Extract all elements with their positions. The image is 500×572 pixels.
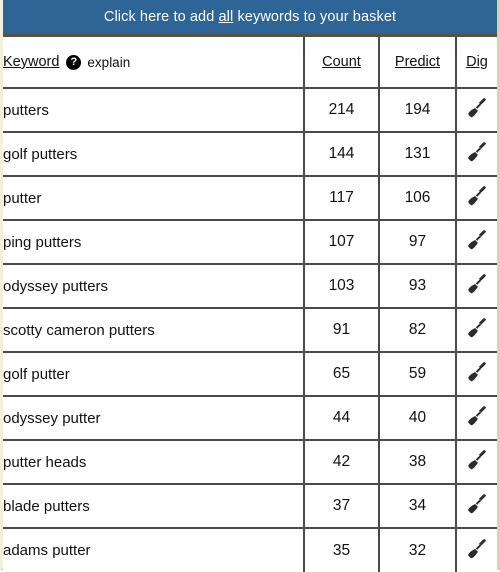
predict-cell: 40 — [379, 396, 457, 441]
table-row: putters 214 194 — [3, 88, 497, 133]
explain-label[interactable]: explain — [87, 55, 130, 70]
trowel-icon — [468, 142, 486, 162]
table-header: Keyword ? explain Count Predict Dig — [3, 37, 497, 89]
keyword-cell[interactable]: adams putter — [3, 528, 305, 572]
column-header-predict-label[interactable]: Predict — [395, 54, 440, 70]
keyword-cell[interactable]: putters — [3, 88, 305, 133]
count-cell: 107 — [304, 220, 380, 265]
dig-cell[interactable] — [456, 264, 497, 309]
table-body: putters 214 194 golf putters 144 131 putter 117… — [3, 88, 497, 572]
banner-text-all: all — [218, 9, 234, 25]
dig-cell[interactable] — [456, 176, 497, 221]
add-all-keywords-banner[interactable]: Click here to add all keywords to your b… — [3, 0, 497, 37]
dig-cell[interactable] — [456, 528, 497, 572]
dig-cell[interactable] — [456, 220, 497, 265]
count-cell: 103 — [304, 264, 380, 309]
trowel-icon — [468, 274, 486, 294]
dig-cell[interactable] — [456, 308, 497, 353]
table-row: odyssey putter 44 40 — [3, 396, 497, 441]
column-header-keyword[interactable]: Keyword ? explain — [3, 37, 305, 89]
count-cell: 65 — [304, 352, 380, 397]
predict-cell: 59 — [379, 352, 457, 397]
count-cell: 214 — [304, 88, 380, 133]
keyword-cell[interactable]: odyssey putter — [3, 396, 305, 441]
count-cell: 42 — [304, 440, 380, 485]
column-header-dig[interactable]: Dig — [456, 37, 497, 89]
keyword-cell[interactable]: golf putter — [3, 352, 305, 397]
banner-text-before: Click here to add — [103, 9, 219, 25]
dig-cell[interactable] — [456, 132, 497, 177]
keyword-cell[interactable]: putter — [3, 176, 305, 221]
keyword-table: Keyword ? explain Count Predict Dig putt… — [3, 37, 497, 572]
keyword-cell[interactable]: odyssey putters — [3, 264, 305, 309]
trowel-icon — [468, 318, 486, 338]
dig-button[interactable] — [465, 229, 489, 251]
count-cell: 144 — [304, 132, 380, 177]
dig-button[interactable] — [465, 449, 489, 471]
column-header-count[interactable]: Count — [304, 37, 380, 89]
table-row: blade putters 37 34 — [3, 484, 497, 529]
table-row: golf putters 144 131 — [3, 132, 497, 177]
count-cell: 37 — [304, 484, 380, 529]
keyword-cell[interactable]: blade putters — [3, 484, 305, 529]
table-row: putter heads 42 38 — [3, 440, 497, 485]
predict-cell: 93 — [379, 264, 457, 309]
predict-cell: 32 — [379, 528, 457, 572]
predict-cell: 194 — [379, 88, 457, 133]
predict-cell: 38 — [379, 440, 457, 485]
trowel-icon — [468, 494, 486, 514]
dig-button[interactable] — [465, 97, 489, 119]
table-row: putter 117 106 — [3, 176, 497, 221]
table-row: scotty cameron putters 91 82 — [3, 308, 497, 353]
dig-cell[interactable] — [456, 440, 497, 485]
trowel-icon — [468, 98, 486, 118]
predict-cell: 131 — [379, 132, 457, 177]
column-header-predict[interactable]: Predict — [379, 37, 457, 89]
keyword-cell[interactable]: putter heads — [3, 440, 305, 485]
table-row: odyssey putters 103 93 — [3, 264, 497, 309]
trowel-icon — [468, 538, 486, 558]
dig-button[interactable] — [465, 141, 489, 163]
column-header-count-label[interactable]: Count — [322, 54, 361, 70]
count-cell: 44 — [304, 396, 380, 441]
predict-cell: 97 — [379, 220, 457, 265]
count-cell: 117 — [304, 176, 380, 221]
table-header-row: Keyword ? explain Count Predict Dig — [3, 37, 497, 89]
question-mark-icon[interactable]: ? — [66, 54, 82, 70]
predict-cell: 106 — [379, 176, 457, 221]
dig-cell[interactable] — [456, 396, 497, 441]
table-row: adams putter 35 32 — [3, 528, 497, 572]
trowel-icon — [468, 186, 486, 206]
dig-cell[interactable] — [456, 352, 497, 397]
dig-button[interactable] — [465, 538, 489, 560]
trowel-icon — [468, 406, 486, 426]
banner-text-after: keywords to your basket — [233, 9, 397, 25]
dig-button[interactable] — [465, 405, 489, 427]
predict-cell: 82 — [379, 308, 457, 353]
dig-cell[interactable] — [456, 484, 497, 529]
keyword-cell[interactable]: ping putters — [3, 220, 305, 265]
trowel-icon — [468, 450, 486, 470]
dig-button[interactable] — [465, 493, 489, 515]
table-row: ping putters 107 97 — [3, 220, 497, 265]
dig-cell[interactable] — [456, 88, 497, 133]
count-cell: 35 — [304, 528, 380, 572]
keyword-cell[interactable]: golf putters — [3, 132, 305, 177]
keyword-results-panel: Click here to add all keywords to your b… — [0, 0, 500, 572]
trowel-icon — [468, 230, 486, 250]
dig-button[interactable] — [465, 273, 489, 295]
dig-button[interactable] — [465, 361, 489, 383]
count-cell: 91 — [304, 308, 380, 353]
table-row: golf putter 65 59 — [3, 352, 497, 397]
keyword-cell[interactable]: scotty cameron putters — [3, 308, 305, 353]
column-header-dig-label[interactable]: Dig — [466, 54, 488, 70]
dig-button[interactable] — [465, 317, 489, 339]
trowel-icon — [468, 362, 486, 382]
predict-cell: 34 — [379, 484, 457, 529]
dig-button[interactable] — [465, 185, 489, 207]
column-header-keyword-label[interactable]: Keyword — [3, 54, 59, 70]
